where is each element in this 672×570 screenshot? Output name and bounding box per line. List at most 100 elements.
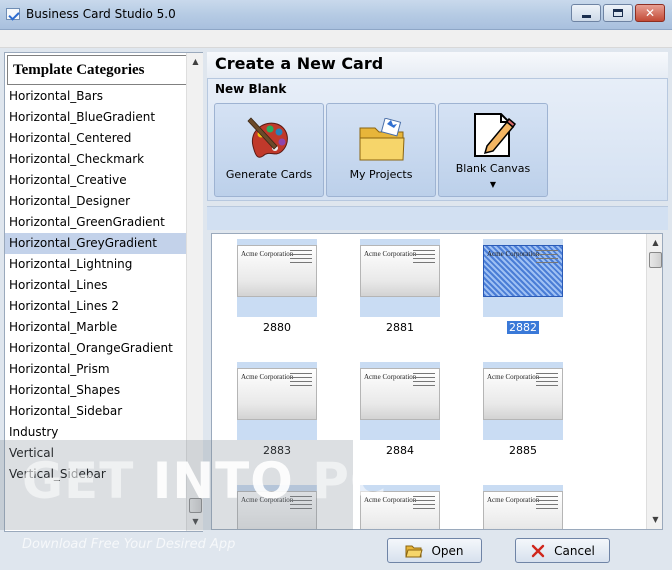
template-card[interactable]: Acme Corporation [360,239,440,317]
template-scrollbar[interactable]: ▲ ▼ [646,234,662,529]
template-number[interactable]: 2885 [483,444,563,457]
card-preview: Acme Corporation [360,368,440,420]
pencil-paper-icon [474,113,516,157]
scroll-up-icon[interactable]: ▲ [648,235,662,250]
card-frame [360,297,440,317]
watermark-brand-mid: INTO [152,452,294,510]
generate-cards-label: Generate Cards [225,168,313,181]
category-item[interactable]: Horizontal_Bars [5,86,186,107]
folder-icon [359,118,405,161]
category-item[interactable]: Horizontal_Lightning [5,254,186,275]
card-contact-lines [536,250,558,266]
category-item[interactable]: Horizontal_GreenGradient [5,212,186,233]
category-list: Horizontal_Bars Horizontal_BlueGradient Ho… [5,86,186,485]
card-preview: Acme Corporation [483,491,563,529]
category-item[interactable]: Horizontal_OrangeGradient [5,338,186,359]
template-card[interactable]: Acme Corporation [483,239,563,317]
template-number-text: 2880 [263,321,291,334]
category-item[interactable]: Horizontal_Marble [5,317,186,338]
app-icon [6,8,20,20]
card-company-text: Acme Corporation [241,373,294,381]
create-card-title: Create a New Card [207,52,668,78]
template-number-text: 2885 [509,444,537,457]
open-folder-icon [405,545,424,557]
category-item[interactable]: Horizontal_Lines 2 [5,296,186,317]
template-card[interactable]: Acme Corporation [237,362,317,440]
generate-cards-tile[interactable]: Generate Cards [214,103,324,197]
card-contact-lines [536,373,558,389]
open-label: Open [431,543,464,558]
my-projects-tile[interactable]: My Projects [326,103,436,197]
card-company-text: Acme Corporation [487,496,540,504]
cancel-button[interactable]: Cancel [515,538,610,563]
card-contact-lines [290,373,312,389]
close-icon: ✕ [644,6,656,20]
card-frame [483,420,563,440]
category-item[interactable]: Horizontal_BlueGradient [5,107,186,128]
open-button[interactable]: Open [387,538,482,563]
template-grid-bar [207,206,668,230]
scroll-up-icon[interactable]: ▲ [188,54,203,69]
watermark-brand-pre: GET [22,452,153,510]
minimize-icon [581,14,591,18]
card-preview: Acme Corporation [360,245,440,297]
card-company-text: Acme Corporation [241,250,294,258]
template-number[interactable]: 2881 [360,321,440,334]
card-frame [360,420,440,440]
watermark-tagline: Download Free Your Desired App [22,537,236,552]
card-preview: Acme Corporation [237,368,317,420]
scroll-thumb[interactable] [649,252,662,268]
template-card[interactable]: Acme Corporation [237,239,317,317]
category-item[interactable]: Horizontal_Creative [5,170,186,191]
template-card[interactable]: Acme Corporation [360,362,440,440]
title-bar: Business Card Studio 5.0 ✕ [0,0,672,30]
template-number-text: 2881 [386,321,414,334]
my-projects-label: My Projects [349,168,413,181]
blank-canvas-label: Blank Canvas [455,162,531,175]
card-company-text: Acme Corporation [487,250,540,258]
template-card[interactable]: Acme Corporation [483,362,563,440]
card-company-text: Acme Corporation [364,250,417,258]
minimize-button[interactable] [571,4,601,22]
category-item[interactable]: Horizontal_Designer [5,191,186,212]
card-contact-lines [290,250,312,266]
new-blank-section: New Blank Generate Cards My Projects Bla… [207,78,668,201]
card-preview: Acme Corporation [483,245,563,297]
card-preview: Acme Corporation [483,368,563,420]
card-preview: Acme Corporation [237,245,317,297]
card-contact-lines [413,496,435,512]
card-contact-lines [413,250,435,266]
cancel-label: Cancel [554,543,595,558]
category-item[interactable]: Horizontal_Prism [5,359,186,380]
card-frame [483,297,563,317]
cancel-x-icon [531,544,545,557]
dropdown-arrow-icon[interactable]: ▼ [439,180,547,189]
template-number-text: 2884 [386,444,414,457]
card-frame [237,420,317,440]
maximize-button[interactable] [603,4,633,22]
category-item[interactable]: Horizontal_Lines [5,275,186,296]
card-contact-lines [536,496,558,512]
category-item[interactable]: Horizontal_Shapes [5,380,186,401]
template-number[interactable]: 2880 [237,321,317,334]
scroll-down-icon[interactable]: ▼ [648,512,662,527]
window-title: Business Card Studio 5.0 [26,7,176,21]
category-item[interactable]: Horizontal_Checkmark [5,149,186,170]
maximize-icon [613,9,623,17]
card-company-text: Acme Corporation [487,373,540,381]
category-header: Template Categories [7,55,188,85]
category-item[interactable]: Horizontal_GreyGradient [5,233,186,254]
card-frame [237,297,317,317]
watermark-brand: GET INTO PC [22,452,388,510]
watermark-brand-post: PC [293,452,388,510]
blank-canvas-tile[interactable]: Blank Canvas ▼ [438,103,548,197]
card-company-text: Acme Corporation [364,373,417,381]
palette-icon [247,117,288,158]
close-button[interactable]: ✕ [635,4,665,22]
template-card[interactable]: Acme Corporation [483,485,563,529]
category-item[interactable]: Horizontal_Sidebar [5,401,186,422]
template-number-text: 2882 [507,321,539,334]
card-contact-lines [413,373,435,389]
category-item[interactable]: Horizontal_Centered [5,128,186,149]
template-number[interactable]: 2882 [483,321,563,334]
